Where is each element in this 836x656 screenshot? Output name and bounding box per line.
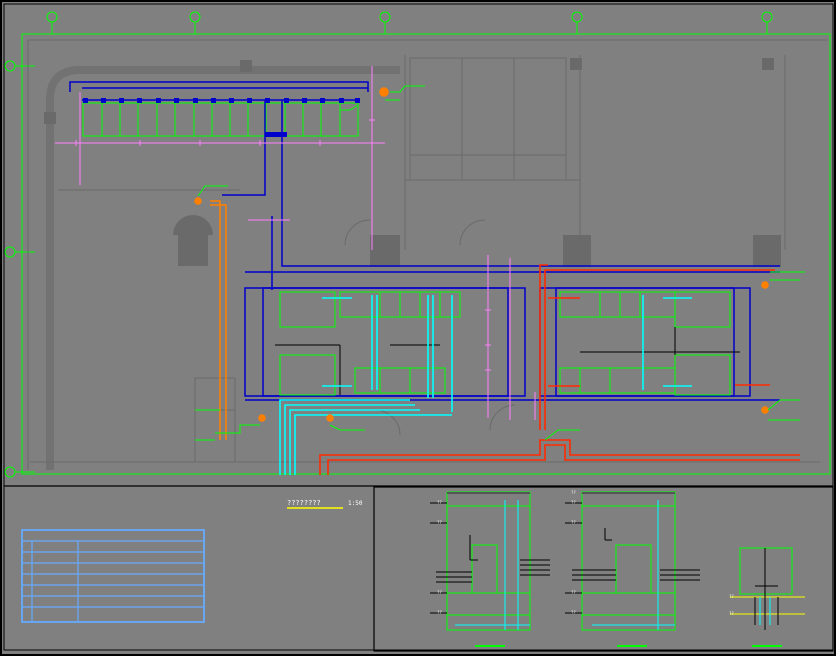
section-label: ?? (437, 520, 442, 525)
section-label: ?? (437, 610, 442, 615)
section-label: ?? (571, 590, 576, 595)
outer-sheet-border (0, 0, 836, 656)
floor-plan (4, 11, 831, 478)
section-label: ?? (571, 520, 576, 525)
section-details-frame (373, 486, 834, 652)
cyan-pipes (279, 295, 692, 475)
equipment-right (559, 291, 731, 396)
duct-diffusers (83, 98, 360, 137)
section-a-slab (447, 492, 530, 494)
plan-scale: 1:50 (348, 500, 363, 507)
section-detail-a (430, 491, 550, 647)
section-label: ?? (571, 500, 576, 505)
section-b-underline (617, 645, 647, 647)
walls (27, 39, 828, 470)
cad-drawing-canvas[interactable]: ???????? 1:50 ?? ?? ?? ?? ?? ?? ?? ?? ??… (0, 0, 836, 656)
title-block-table (21, 529, 205, 623)
section-label: ?? (571, 610, 576, 615)
section-label: ?? (437, 500, 442, 505)
section-label: ?? (729, 611, 734, 616)
columns (44, 58, 781, 267)
section-c-underline (752, 645, 782, 647)
section-label: ?? (729, 594, 734, 599)
section-label: ?? (437, 590, 442, 595)
top-terminal-units (82, 102, 359, 137)
section-detail-b (565, 491, 700, 647)
orange-pipes (194, 87, 769, 440)
section-b-slab (582, 492, 675, 494)
plan-title: ???????? (287, 499, 321, 507)
section-detail-c (730, 547, 805, 647)
section-label: ?? (571, 490, 576, 495)
section-labels: ?? ?? ?? ?? ?? ?? ?? ?? ?? ?? ?? (437, 490, 734, 616)
annotation-leaders (195, 85, 805, 441)
section-a-underline (475, 645, 505, 647)
dimension-lines (55, 66, 536, 420)
